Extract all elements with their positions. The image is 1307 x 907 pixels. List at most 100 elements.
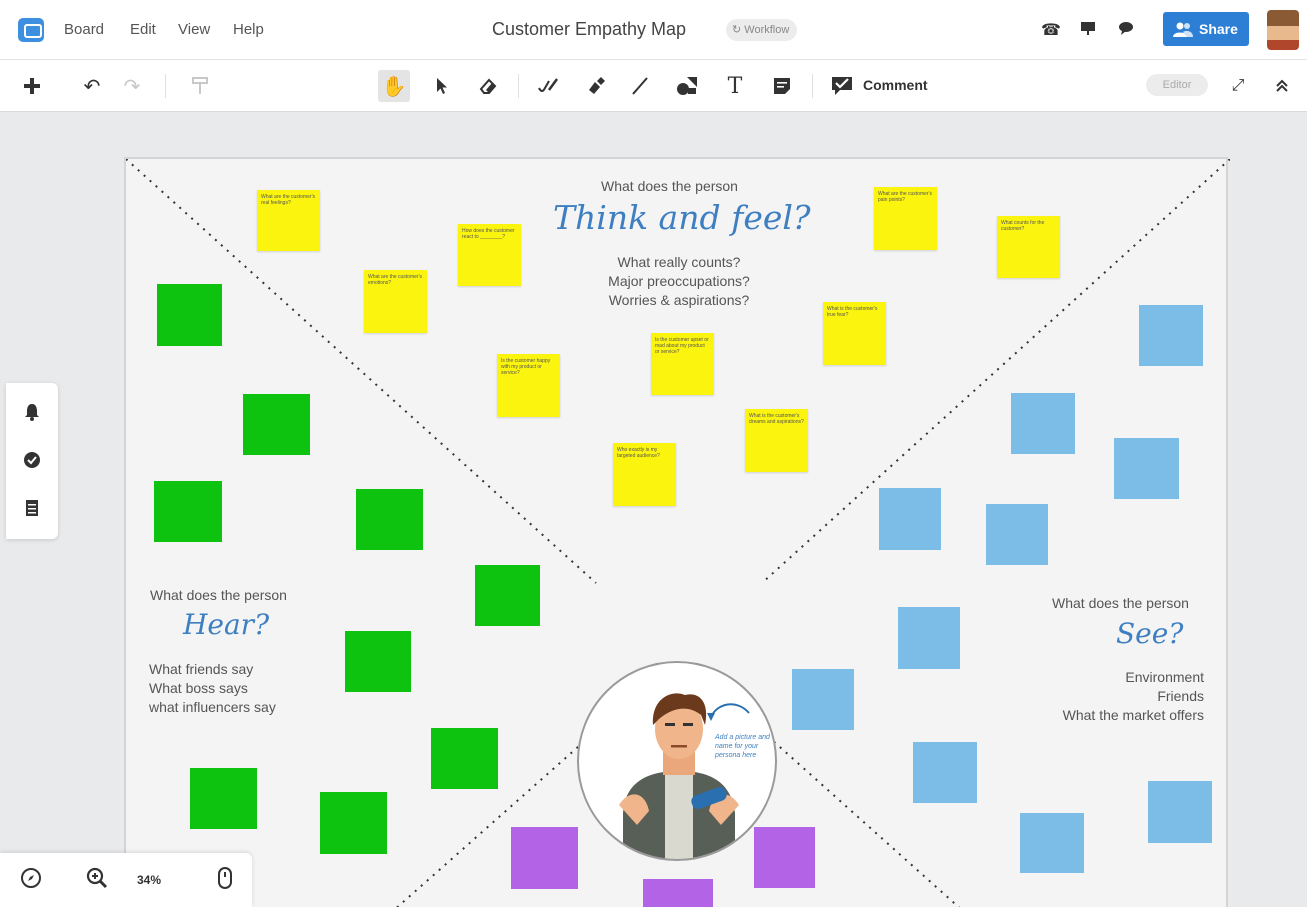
green-sticky[interactable] xyxy=(431,728,498,789)
see-items: Environment Friends What the market offe… xyxy=(1004,668,1204,725)
hear-item: What friends say xyxy=(149,661,254,677)
editor-role-pill[interactable]: Editor xyxy=(1146,74,1208,96)
select-pointer-icon[interactable] xyxy=(426,70,458,102)
sticky-note[interactable]: What are the customer's pain points? xyxy=(874,187,937,250)
top-bar: Board Edit View Help Customer Empathy Ma… xyxy=(0,0,1307,60)
line-tool-icon[interactable] xyxy=(624,70,656,102)
navigator-compass-icon[interactable] xyxy=(20,867,42,895)
green-sticky[interactable] xyxy=(345,631,411,692)
green-sticky[interactable] xyxy=(157,284,222,346)
blue-sticky[interactable] xyxy=(986,504,1048,565)
sticky-note[interactable]: What is the customer's true fear? xyxy=(823,302,886,365)
sticky-note[interactable]: Is the customer happy with my product or… xyxy=(497,354,560,417)
blue-sticky[interactable] xyxy=(898,607,960,669)
present-icon[interactable] xyxy=(1080,20,1096,41)
think-heading: Think and feel? xyxy=(553,198,811,237)
purple-sticky[interactable] xyxy=(643,879,713,907)
format-paint-icon[interactable] xyxy=(184,70,216,102)
see-item: What the market offers xyxy=(1062,707,1204,723)
toolbar-divider xyxy=(165,74,166,98)
see-prompt: What does the person xyxy=(1052,595,1189,611)
sticky-note[interactable]: Is the customer upset or mad about my pr… xyxy=(651,333,714,395)
sticky-note[interactable]: What are the customer's emotions? xyxy=(364,270,427,333)
blue-sticky[interactable] xyxy=(913,742,977,803)
see-heading: See? xyxy=(1116,617,1184,650)
blue-sticky[interactable] xyxy=(1139,305,1203,366)
toolbar: ↶ ↷ ✋ T ⤢ xyxy=(0,60,1307,112)
sticky-note[interactable]: What counts for the customer? xyxy=(997,216,1060,278)
think-prompt: What does the person xyxy=(601,178,738,194)
workflow-badge[interactable]: ↻ Workflow xyxy=(726,19,798,41)
green-sticky[interactable] xyxy=(243,394,310,455)
sticky-note[interactable]: How does the customer react to ________? xyxy=(458,224,521,286)
menu-edit[interactable]: Edit xyxy=(130,21,156,38)
blue-sticky[interactable] xyxy=(1114,438,1179,499)
collapse-toolbar-icon[interactable] xyxy=(1266,70,1298,102)
phone-icon[interactable]: ☎ xyxy=(1041,20,1061,40)
blue-sticky[interactable] xyxy=(1148,781,1212,843)
text-tool-icon[interactable]: T xyxy=(719,70,751,102)
menu-help[interactable]: Help xyxy=(233,21,264,38)
app-logo[interactable] xyxy=(18,18,44,42)
see-item: Environment xyxy=(1125,669,1204,685)
menu-view[interactable]: View xyxy=(178,21,210,38)
hand-tool-icon[interactable]: ✋ xyxy=(378,70,410,102)
purple-sticky[interactable] xyxy=(511,827,578,889)
redo-icon[interactable]: ↷ xyxy=(116,70,148,102)
persona-note: Add a picture and name for your persona … xyxy=(715,734,770,759)
blue-sticky[interactable] xyxy=(1011,393,1075,454)
bell-icon[interactable] xyxy=(22,403,42,423)
hear-heading: Hear? xyxy=(183,608,270,641)
pen-tool-icon[interactable] xyxy=(532,70,564,102)
undo-icon[interactable]: ↶ xyxy=(76,70,108,102)
green-sticky[interactable] xyxy=(320,792,387,854)
workflow-icon: ↻ xyxy=(732,24,742,36)
think-item: Major preoccupations? xyxy=(608,273,750,289)
purple-sticky[interactable] xyxy=(754,827,815,888)
mouse-mode-icon[interactable] xyxy=(218,867,232,895)
hear-items: What friends say What boss says what inf… xyxy=(149,660,276,717)
sticky-note[interactable]: Who exactly is my targeted audience? xyxy=(613,443,676,506)
zoom-icon[interactable] xyxy=(86,867,108,895)
comment-button-label[interactable]: Comment xyxy=(863,77,928,93)
green-sticky[interactable] xyxy=(475,565,540,626)
sticky-note-tool-icon[interactable] xyxy=(766,70,798,102)
share-label: Share xyxy=(1199,21,1238,37)
think-item: What really counts? xyxy=(617,254,741,270)
comment-icon[interactable] xyxy=(826,70,858,102)
green-sticky[interactable] xyxy=(154,481,222,542)
see-item: Friends xyxy=(1157,688,1204,704)
shapes-tool-icon[interactable] xyxy=(671,70,703,102)
fullscreen-icon[interactable]: ⤢ xyxy=(1222,70,1254,102)
user-avatar[interactable] xyxy=(1267,10,1299,50)
toolbar-divider xyxy=(518,74,519,98)
highlighter-icon[interactable] xyxy=(580,70,612,102)
menu-board[interactable]: Board xyxy=(64,21,104,38)
board-title[interactable]: Customer Empathy Map xyxy=(492,19,686,40)
blue-sticky[interactable] xyxy=(879,488,941,550)
think-item: Worries & aspirations? xyxy=(608,292,750,308)
list-panel-icon[interactable] xyxy=(22,499,42,519)
green-sticky[interactable] xyxy=(190,768,257,829)
zoom-level[interactable]: 34% xyxy=(137,873,161,887)
persona-illustration xyxy=(619,693,750,859)
hear-prompt: What does the person xyxy=(150,587,287,603)
eraser-icon[interactable] xyxy=(472,70,504,102)
hear-item: What boss says xyxy=(149,680,248,696)
blue-sticky[interactable] xyxy=(1020,813,1084,873)
chat-icon[interactable] xyxy=(1118,20,1134,41)
side-panel xyxy=(6,383,58,539)
users-icon xyxy=(1173,22,1193,37)
add-icon[interactable] xyxy=(16,70,48,102)
board-canvas[interactable]: What does the person Think and feel? Wha… xyxy=(0,112,1307,907)
sticky-note[interactable]: What are the customer's real feelings? xyxy=(257,190,320,251)
share-button[interactable]: Share xyxy=(1163,12,1249,46)
bottom-bar: 34% xyxy=(0,853,252,907)
persona-circle[interactable]: Add a picture and name for your persona … xyxy=(577,661,777,861)
sticky-note[interactable]: What is the customer's dreams and aspira… xyxy=(745,409,808,472)
blue-sticky[interactable] xyxy=(792,669,854,730)
think-items: What really counts? Major preoccupations… xyxy=(600,253,758,310)
workflow-label: Workflow xyxy=(744,24,790,36)
green-sticky[interactable] xyxy=(356,489,423,550)
tasks-check-icon[interactable] xyxy=(22,451,42,471)
